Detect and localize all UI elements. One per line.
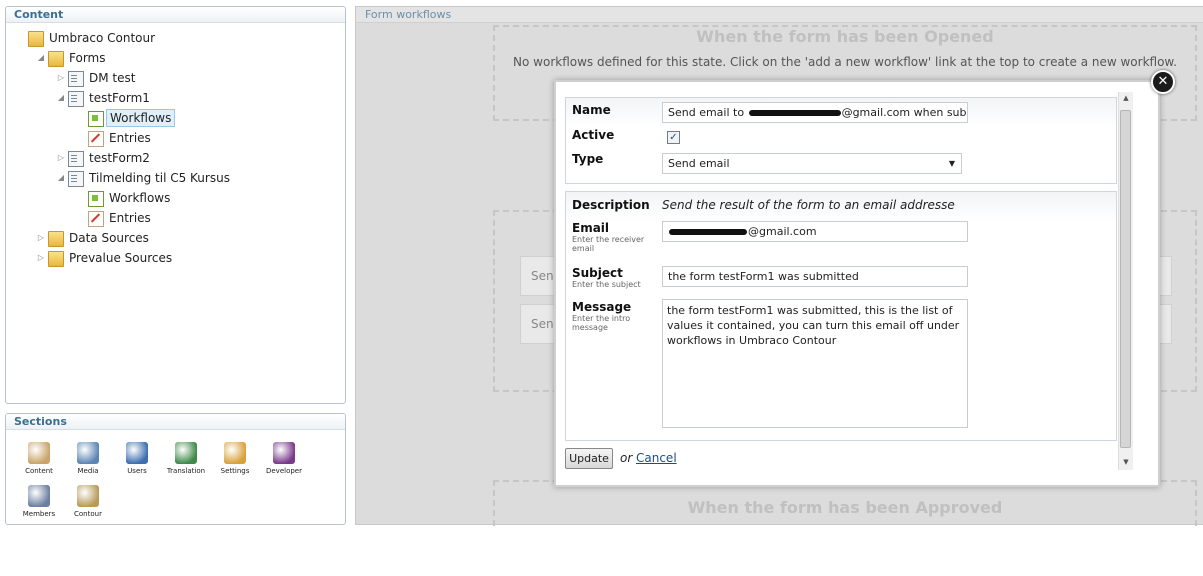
- subject-hint: Enter the subject: [572, 280, 641, 289]
- form-document-icon: [68, 91, 84, 107]
- name-input[interactable]: Send email to @gmail.com when submitted: [662, 102, 968, 123]
- translation-icon: [175, 442, 197, 464]
- section-media[interactable]: Media: [65, 442, 111, 482]
- name-value-suffix: @gmail.com when submitted: [841, 106, 967, 119]
- name-value-prefix: Send email to: [668, 106, 748, 119]
- email-label: Email: [572, 221, 610, 235]
- state-approved-title: When the form has been Approved: [687, 498, 1003, 517]
- settings-icon: [224, 442, 246, 464]
- scroll-thumb[interactable]: [1120, 110, 1131, 448]
- section-label: Developer: [265, 467, 302, 475]
- tree-item-label: testForm2: [89, 151, 150, 165]
- scroll-down-icon[interactable]: ▼: [1119, 458, 1133, 466]
- section-label: Users: [127, 467, 147, 475]
- tree-item-label: DM test: [89, 71, 136, 85]
- name-label: Name: [572, 103, 611, 117]
- form-document-icon: [68, 151, 84, 167]
- chevron-down-icon: ▼: [948, 159, 955, 168]
- content-tree-panel: Content Umbraco Contour ◢ Forms ▷ DM test ◢ te…: [5, 6, 346, 404]
- workflow-basic-settings: Name Send email to @gmail.com when submi…: [565, 97, 1117, 184]
- section-label: Translation: [166, 467, 206, 475]
- tree-item-label: testForm1: [89, 91, 150, 105]
- description-value: Send the result of the form to an email …: [662, 198, 955, 212]
- content-icon: [28, 442, 50, 464]
- section-label: Contour: [74, 510, 102, 518]
- state-opened-title: When the form has been Opened: [696, 27, 994, 46]
- sections-header: Sections: [6, 414, 345, 430]
- collapse-arrow-icon[interactable]: ◢: [56, 168, 66, 188]
- message-hint: Enter the intro message: [572, 314, 631, 332]
- form-document-icon: [68, 71, 84, 87]
- tree-item-label: Entries: [109, 131, 151, 145]
- close-icon[interactable]: ✕: [1151, 70, 1175, 94]
- expand-arrow-icon[interactable]: ▷: [36, 248, 46, 268]
- workflow-type-settings: Description Send the result of the form …: [565, 191, 1117, 441]
- type-select[interactable]: Send email ▼: [662, 153, 962, 174]
- collapse-arrow-icon[interactable]: ◢: [56, 88, 66, 108]
- update-button[interactable]: Update: [565, 448, 613, 469]
- section-label: Members: [22, 510, 56, 518]
- section-contour[interactable]: Contour: [65, 485, 111, 524]
- collapse-arrow-icon[interactable]: ◢: [36, 48, 46, 68]
- tree-item-label: Prevalue Sources: [69, 251, 173, 265]
- active-checkbox[interactable]: ✓: [667, 131, 680, 144]
- members-icon: [28, 485, 50, 507]
- workflow-icon: [88, 191, 104, 207]
- modal-scrollbar[interactable]: ▲ ▼: [1118, 92, 1133, 470]
- tree-item-label: Umbraco Contour: [49, 31, 156, 45]
- users-icon: [126, 442, 148, 464]
- section-users[interactable]: Users: [114, 442, 160, 482]
- tree-item-label: Forms: [69, 51, 106, 65]
- type-select-value: Send email: [668, 157, 730, 170]
- folder-icon: [48, 251, 64, 267]
- workflow-icon: [88, 111, 104, 127]
- tree-item-label: Workflows: [109, 191, 171, 205]
- developer-icon: [273, 442, 295, 464]
- cancel-link[interactable]: Cancel: [636, 451, 677, 465]
- contour-icon: [77, 485, 99, 507]
- expand-arrow-icon[interactable]: ▷: [36, 228, 46, 248]
- or-text: or: [620, 451, 633, 465]
- message-textarea[interactable]: the form testForm1 was submitted, this i…: [662, 299, 968, 428]
- redacted-mark: [748, 110, 841, 116]
- email-hint: Enter the receiver email: [572, 235, 645, 253]
- folder-icon: [28, 31, 44, 47]
- section-label: Media: [77, 467, 99, 475]
- redacted-mark: [669, 229, 747, 235]
- folder-icon: [48, 231, 64, 247]
- email-value-suffix: @gmail.com: [748, 225, 817, 238]
- message-label: Message: [572, 300, 632, 314]
- subject-label: Subject: [572, 266, 623, 280]
- section-label: Content: [25, 467, 53, 475]
- sections-panel: Sections Content Media Users Translation Set…: [5, 413, 346, 525]
- form-workflows-header: Form workflows: [356, 7, 1203, 23]
- expand-arrow-icon[interactable]: ▷: [56, 68, 66, 88]
- active-label: Active: [572, 128, 615, 142]
- folder-icon: [48, 51, 64, 67]
- section-settings[interactable]: Settings: [212, 442, 258, 482]
- media-icon: [77, 442, 99, 464]
- entries-icon: [88, 131, 104, 147]
- section-translation[interactable]: Translation: [163, 442, 209, 482]
- workflow-edit-modal: Name Send email to @gmail.com when submi…: [554, 80, 1160, 487]
- section-label: Settings: [220, 467, 250, 475]
- section-members[interactable]: Members: [16, 485, 62, 524]
- scroll-up-icon[interactable]: ▲: [1119, 94, 1133, 102]
- tree-item-label: Entries: [109, 211, 151, 225]
- content-tree-header: Content: [6, 7, 345, 23]
- section-content[interactable]: Content: [16, 442, 62, 482]
- tree-item-label: Tilmelding til C5 Kursus: [89, 171, 230, 185]
- tree-item-label: Data Sources: [69, 231, 149, 245]
- type-label: Type: [572, 152, 604, 166]
- tree-item-label: Workflows: [106, 109, 176, 127]
- section-developer[interactable]: Developer: [261, 442, 307, 482]
- entries-icon: [88, 211, 104, 227]
- form-document-icon: [68, 171, 84, 187]
- no-workflows-message: No workflows defined for this state. Cli…: [513, 55, 1177, 69]
- subject-input[interactable]: the form testForm1 was submitted: [662, 266, 968, 287]
- email-input[interactable]: @gmail.com: [662, 221, 968, 242]
- description-label: Description: [572, 198, 650, 212]
- expand-arrow-icon[interactable]: ▷: [56, 148, 66, 168]
